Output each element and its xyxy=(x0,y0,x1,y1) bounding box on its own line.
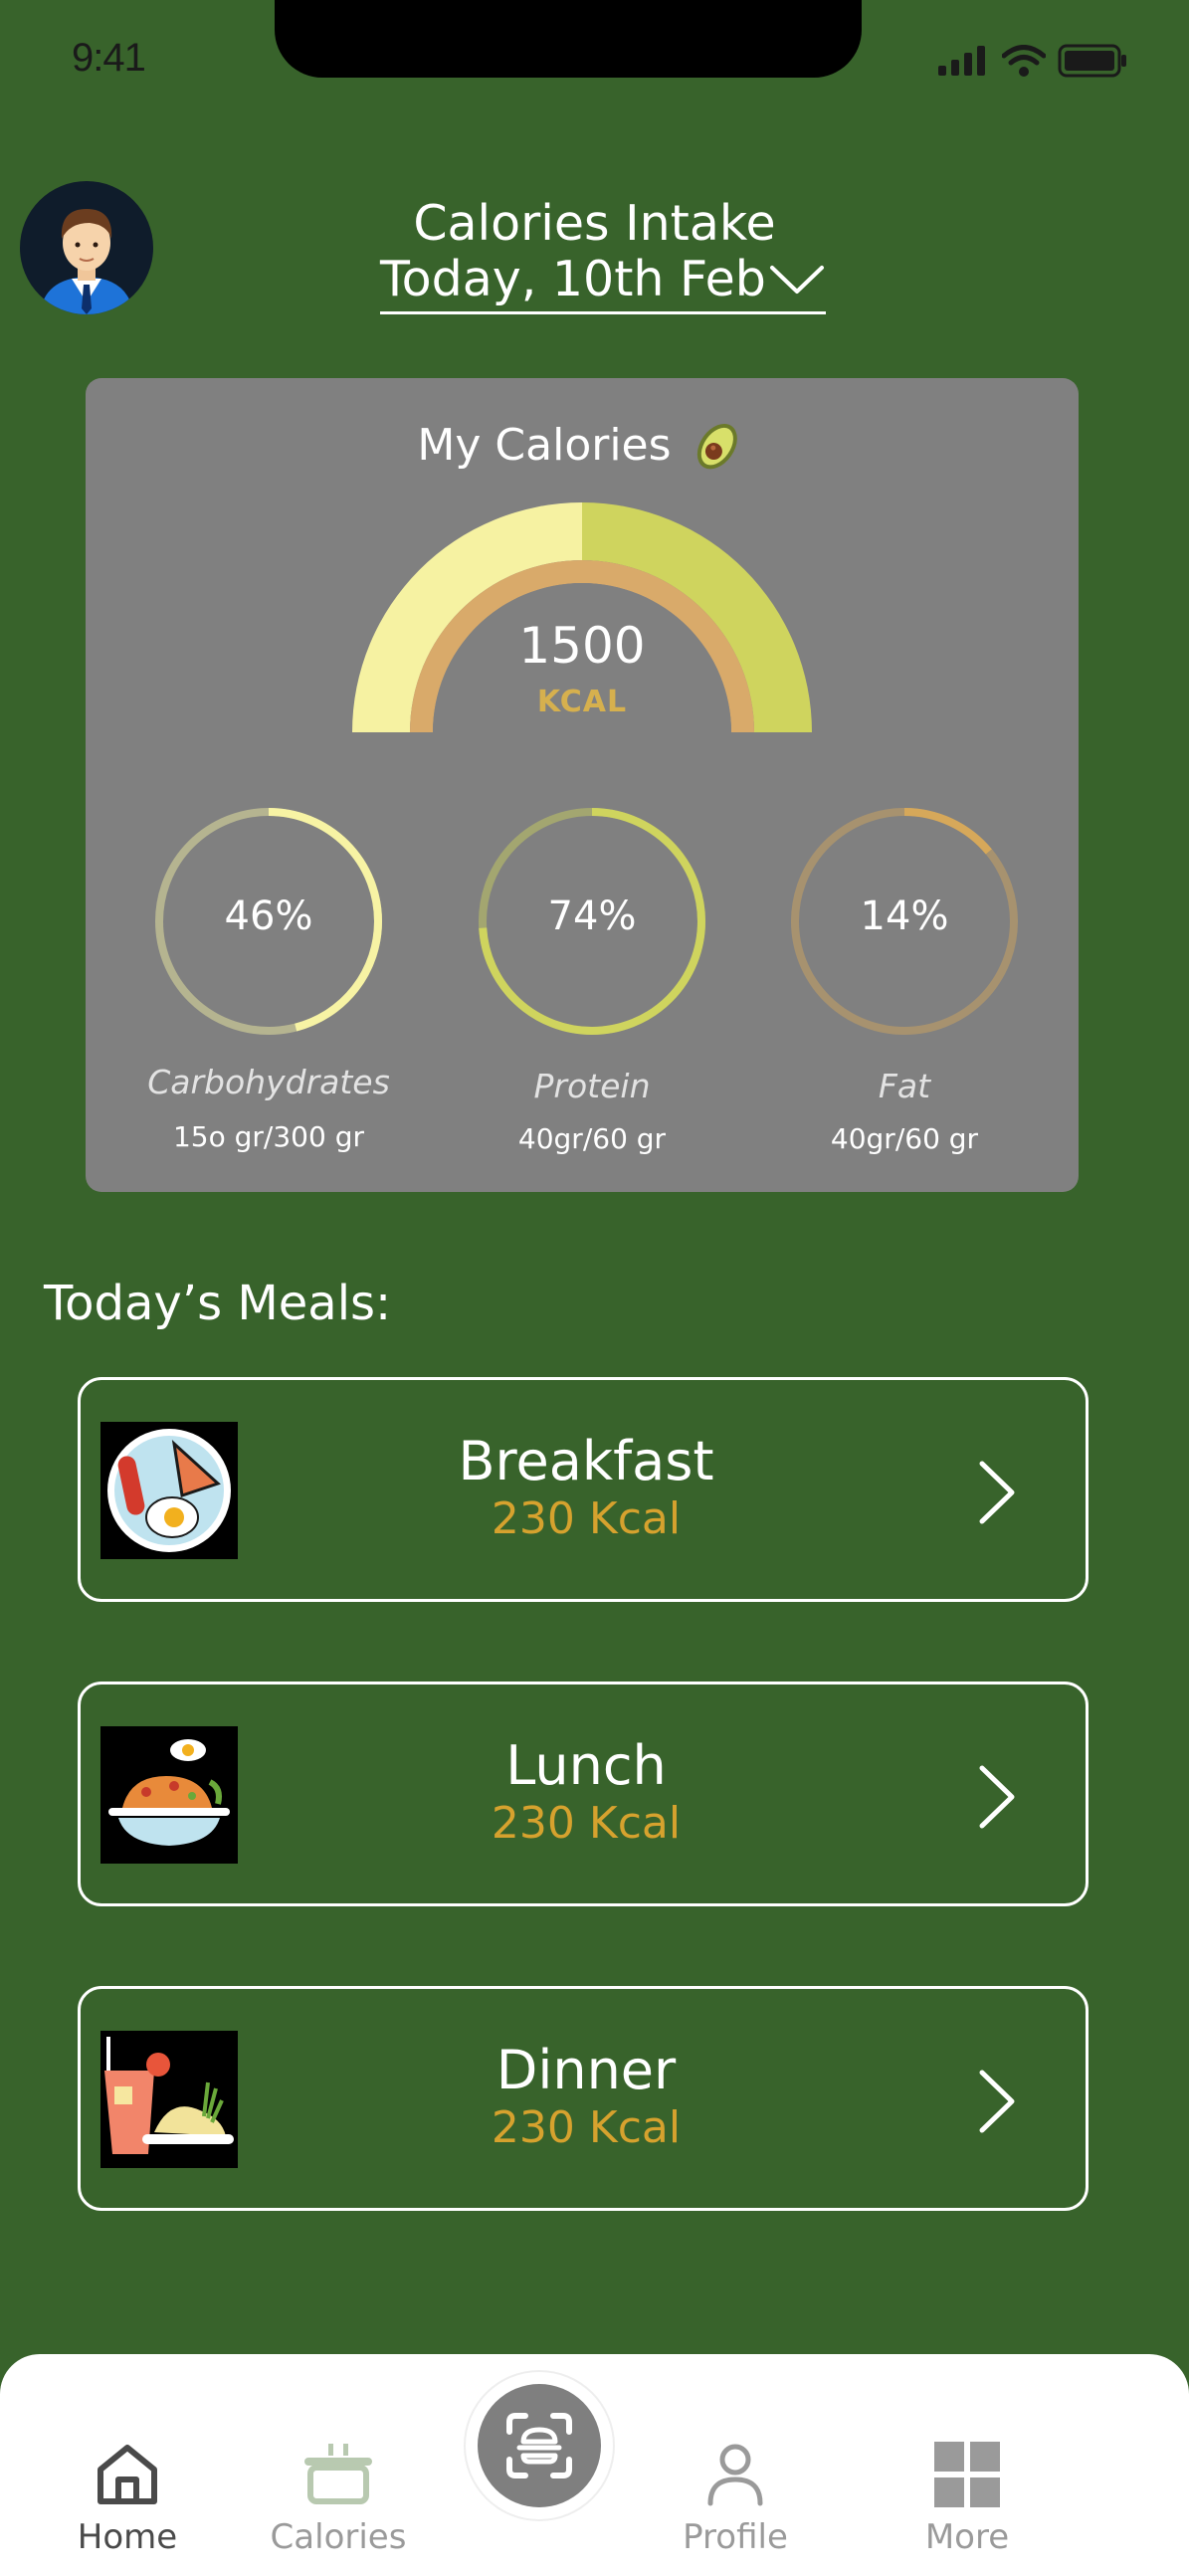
meal-card-lunch[interactable]: Lunch 230 Kcal xyxy=(78,1682,1089,1906)
meal-kcal: 230 Kcal xyxy=(491,1798,682,1849)
status-icons xyxy=(938,44,1127,78)
meal-kcal: 230 Kcal xyxy=(491,2102,682,2153)
person-icon xyxy=(707,2444,763,2506)
meal-name: Lunch xyxy=(505,1734,667,1797)
device-notch xyxy=(275,0,862,78)
macro-amount: 40gr/60 gr xyxy=(517,1122,667,1155)
macro-amount: 15o gr/300 gr xyxy=(172,1120,364,1153)
nav-profile[interactable]: Profile xyxy=(636,2442,835,2557)
macro-name: Fat xyxy=(878,1067,931,1105)
meal-name: Dinner xyxy=(495,2039,677,2101)
nav-calories-label: Calories xyxy=(270,2517,407,2557)
macro-percent: 46% xyxy=(224,893,313,939)
nav-home[interactable]: Home xyxy=(28,2442,227,2557)
chevron-right-icon xyxy=(979,1461,1015,1524)
date-selector[interactable]: Today, 10th Feb xyxy=(380,247,826,314)
nav-profile-label: Profile xyxy=(683,2517,788,2557)
scan-food-button[interactable] xyxy=(466,2372,613,2519)
gauge-value: 1500 xyxy=(518,617,646,675)
scan-button-inner xyxy=(478,2384,601,2507)
wifi-icon xyxy=(1002,45,1046,77)
battery-icon xyxy=(1058,44,1126,78)
avocado-icon xyxy=(696,423,737,470)
calories-card-title: My Calories xyxy=(417,419,672,471)
meal-kcal: 230 Kcal xyxy=(491,1493,682,1544)
gauge-unit: KCAL xyxy=(536,685,628,719)
chevron-right-icon xyxy=(979,2070,1015,2133)
macro-percent: 74% xyxy=(547,893,637,939)
chevron-down-icon xyxy=(770,265,824,294)
signal-icon xyxy=(938,46,985,76)
meals-section-title: Today’s Meals: xyxy=(44,1276,392,1331)
scan-icon xyxy=(506,2413,572,2478)
nav-home-label: Home xyxy=(77,2517,178,2557)
page-title: Calories Intake xyxy=(413,195,776,252)
meal-card-breakfast[interactable]: Breakfast 230 Kcal xyxy=(78,1377,1089,1602)
meal-card-dinner[interactable]: Dinner 230 Kcal xyxy=(78,1986,1089,2211)
status-time: 9:41 xyxy=(72,36,146,80)
chevron-right-icon xyxy=(979,1765,1015,1829)
home-icon xyxy=(98,2445,157,2504)
nav-calories[interactable]: Calories xyxy=(239,2442,438,2557)
nav-more-label: More xyxy=(924,2517,1010,2557)
macro-amount: 40gr/60 gr xyxy=(830,1122,979,1155)
macro-percent: 14% xyxy=(860,893,949,939)
macro-name: Carbohydrates xyxy=(147,1063,390,1101)
calories-card-title-row: My Calories xyxy=(86,416,1079,474)
macro-name: Protein xyxy=(533,1067,651,1105)
nav-more[interactable]: More xyxy=(868,2442,1067,2557)
meal-name: Breakfast xyxy=(458,1430,714,1492)
date-label: Today, 10th Feb xyxy=(380,251,766,307)
cooking-pot-icon xyxy=(304,2444,372,2504)
grid-icon xyxy=(934,2442,1000,2507)
